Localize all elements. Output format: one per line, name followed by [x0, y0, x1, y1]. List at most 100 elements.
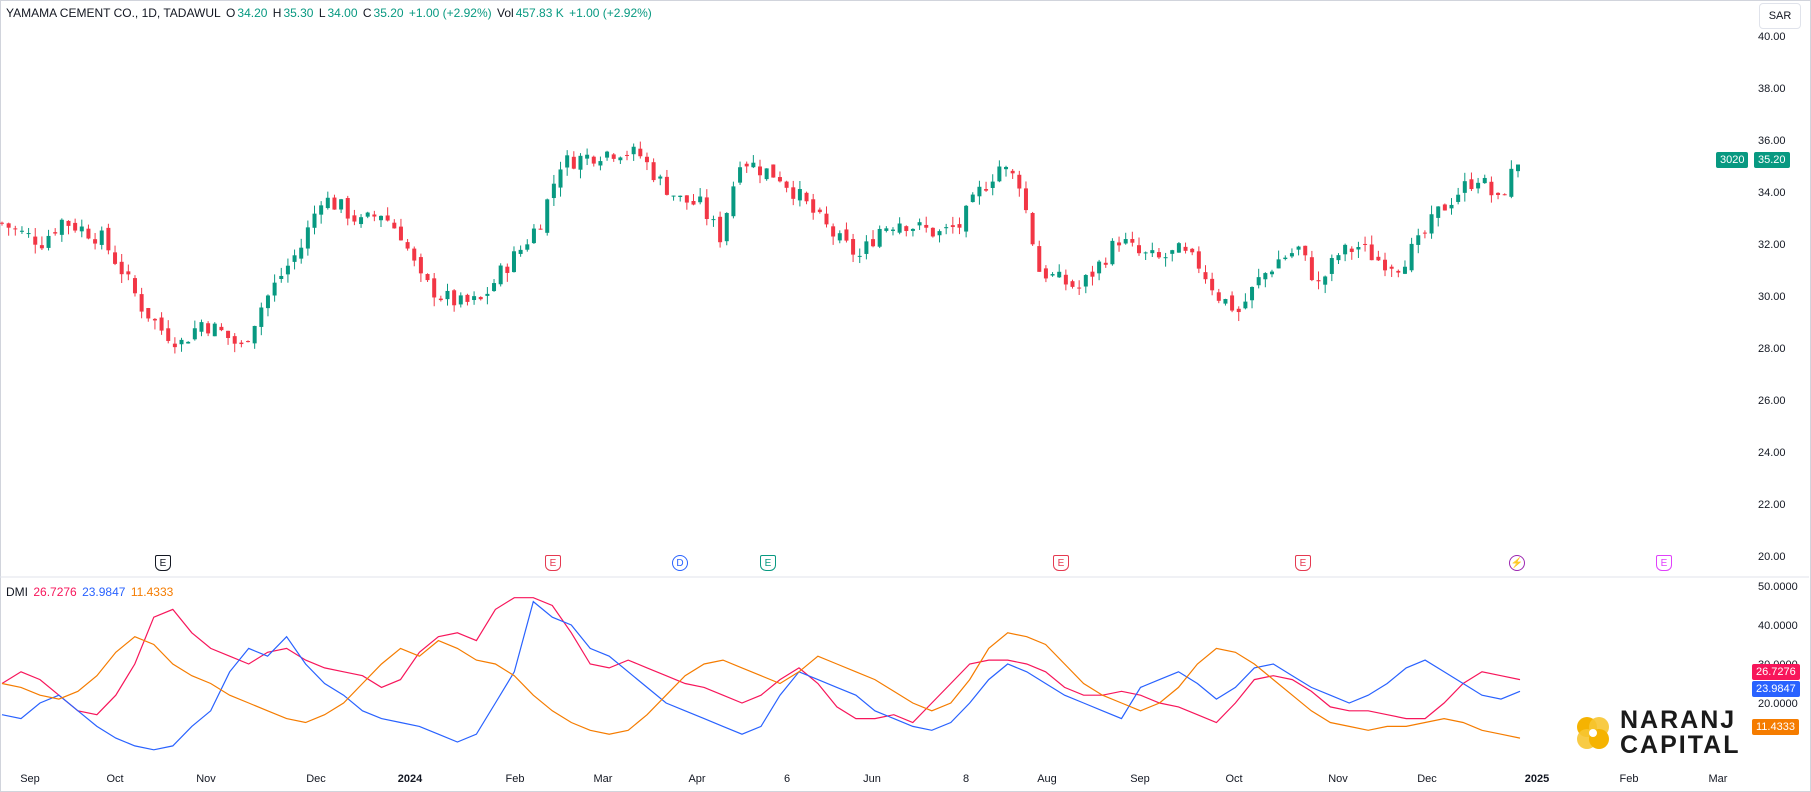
candle-body — [764, 168, 769, 180]
candle-body — [219, 326, 224, 331]
candle-body — [119, 261, 124, 275]
event-marker-earnings[interactable]: E — [1295, 555, 1311, 571]
candle-body — [418, 257, 423, 274]
candle-body — [452, 290, 457, 306]
candle-body — [186, 341, 191, 344]
event-marker-earnings[interactable]: E — [155, 555, 171, 571]
candle-body — [465, 294, 470, 302]
candle-body — [964, 205, 969, 232]
candle-body — [1462, 181, 1467, 193]
candle-body — [771, 164, 776, 178]
candle-body — [146, 308, 151, 319]
candle-body — [312, 213, 317, 228]
candle-body — [797, 189, 802, 201]
candle-body — [192, 328, 197, 340]
candle-body — [1163, 257, 1168, 259]
volume-value: 457.83 K — [515, 6, 564, 20]
candle-body — [1057, 271, 1062, 278]
candle-body — [352, 215, 357, 222]
candle-body — [99, 230, 104, 245]
symbol-price-tag: 3020 — [1716, 152, 1749, 168]
symbol-title[interactable]: YAMAMA CEMENT CO., 1D, TADAWUL — [6, 6, 221, 20]
candle-body — [890, 229, 895, 231]
candle-body — [252, 325, 257, 344]
candle-body — [871, 239, 876, 247]
candle-body — [910, 228, 915, 231]
candle-body — [39, 245, 44, 249]
candle-body — [212, 323, 217, 337]
currency-button[interactable]: SAR — [1759, 3, 1801, 29]
candle-body — [1289, 253, 1294, 257]
candle-body — [412, 248, 417, 261]
candle-body — [525, 244, 530, 250]
candle-body — [259, 307, 264, 327]
last-price-tag: 35.20 — [1754, 152, 1790, 168]
candle-body — [1296, 246, 1301, 250]
chart-canvas[interactable]: 40.00 38.00 36.00 34.00 32.00 30.00 28.00 26.00… — [0, 0, 1811, 792]
candle-body — [33, 236, 38, 245]
candle-body — [106, 227, 111, 251]
candle-body — [246, 341, 251, 343]
dmi-legend[interactable]: DMI 26.7276 23.9847 11.4333 — [6, 585, 175, 599]
candle-body — [1476, 182, 1481, 189]
candle-body — [1402, 266, 1407, 274]
candle-body — [126, 271, 131, 275]
candle-body — [1183, 246, 1188, 251]
candle-body — [1456, 194, 1461, 202]
event-marker-circle[interactable]: D — [672, 555, 688, 571]
candle-body — [984, 189, 989, 191]
dmi-plus-value: 23.9847 — [82, 585, 126, 599]
candle-body — [618, 157, 623, 161]
price-axis-tick: 24.00 — [1758, 447, 1786, 459]
time-axis-tick: Nov — [196, 773, 216, 785]
dmi-adx-value: 26.7276 — [33, 585, 77, 599]
candle-body — [73, 222, 78, 231]
logo-line2: CAPITAL — [1620, 731, 1741, 759]
candle-body — [591, 156, 596, 164]
candle-body — [239, 342, 244, 345]
event-marker-earnings[interactable]: E — [1656, 555, 1672, 571]
candle-body — [292, 255, 297, 262]
candle-body — [265, 295, 270, 309]
candle-body — [1283, 257, 1288, 260]
candle-body — [644, 156, 649, 163]
candle-body — [1269, 271, 1274, 275]
candle-body — [1090, 271, 1095, 277]
event-marker-circle[interactable]: ⚡ — [1509, 555, 1525, 571]
time-axis-tick: Dec — [306, 773, 326, 785]
candle-body — [1216, 292, 1221, 301]
candle-body — [1243, 301, 1248, 309]
time-axis-tick: 6 — [784, 773, 790, 785]
event-marker-earnings[interactable]: E — [760, 555, 776, 571]
candle-body — [1250, 286, 1255, 301]
time-axis-tick: Dec — [1417, 773, 1437, 785]
candle-body — [139, 294, 144, 312]
candle-body — [950, 225, 955, 228]
time-axis-tick: Sep — [1130, 773, 1150, 785]
time-axis-tick: 8 — [963, 773, 969, 785]
candle-body — [1017, 174, 1022, 189]
candle-body — [777, 177, 782, 182]
dmi-adx-tag: 26.7276 — [1752, 664, 1800, 680]
candle-body — [1043, 268, 1048, 279]
candle-body — [1070, 281, 1075, 287]
event-marker-earnings[interactable]: E — [1053, 555, 1069, 571]
candle-body — [398, 226, 403, 241]
event-marker-earnings[interactable]: E — [545, 555, 561, 571]
candle-body — [678, 195, 683, 198]
candle-body — [365, 212, 370, 217]
candle-body — [492, 283, 497, 292]
candle-body — [924, 224, 929, 228]
candle-body — [1323, 276, 1328, 285]
candle-body — [305, 227, 310, 249]
candle-body — [319, 205, 324, 215]
candle-body — [93, 239, 98, 244]
candle-body — [1303, 245, 1308, 256]
candle-body — [851, 239, 856, 255]
candle-body — [724, 213, 729, 242]
candle-body — [405, 242, 410, 249]
candle-body — [1004, 166, 1009, 170]
candle-body — [844, 229, 849, 241]
candle-body — [1416, 235, 1421, 245]
candle-body — [152, 318, 157, 321]
